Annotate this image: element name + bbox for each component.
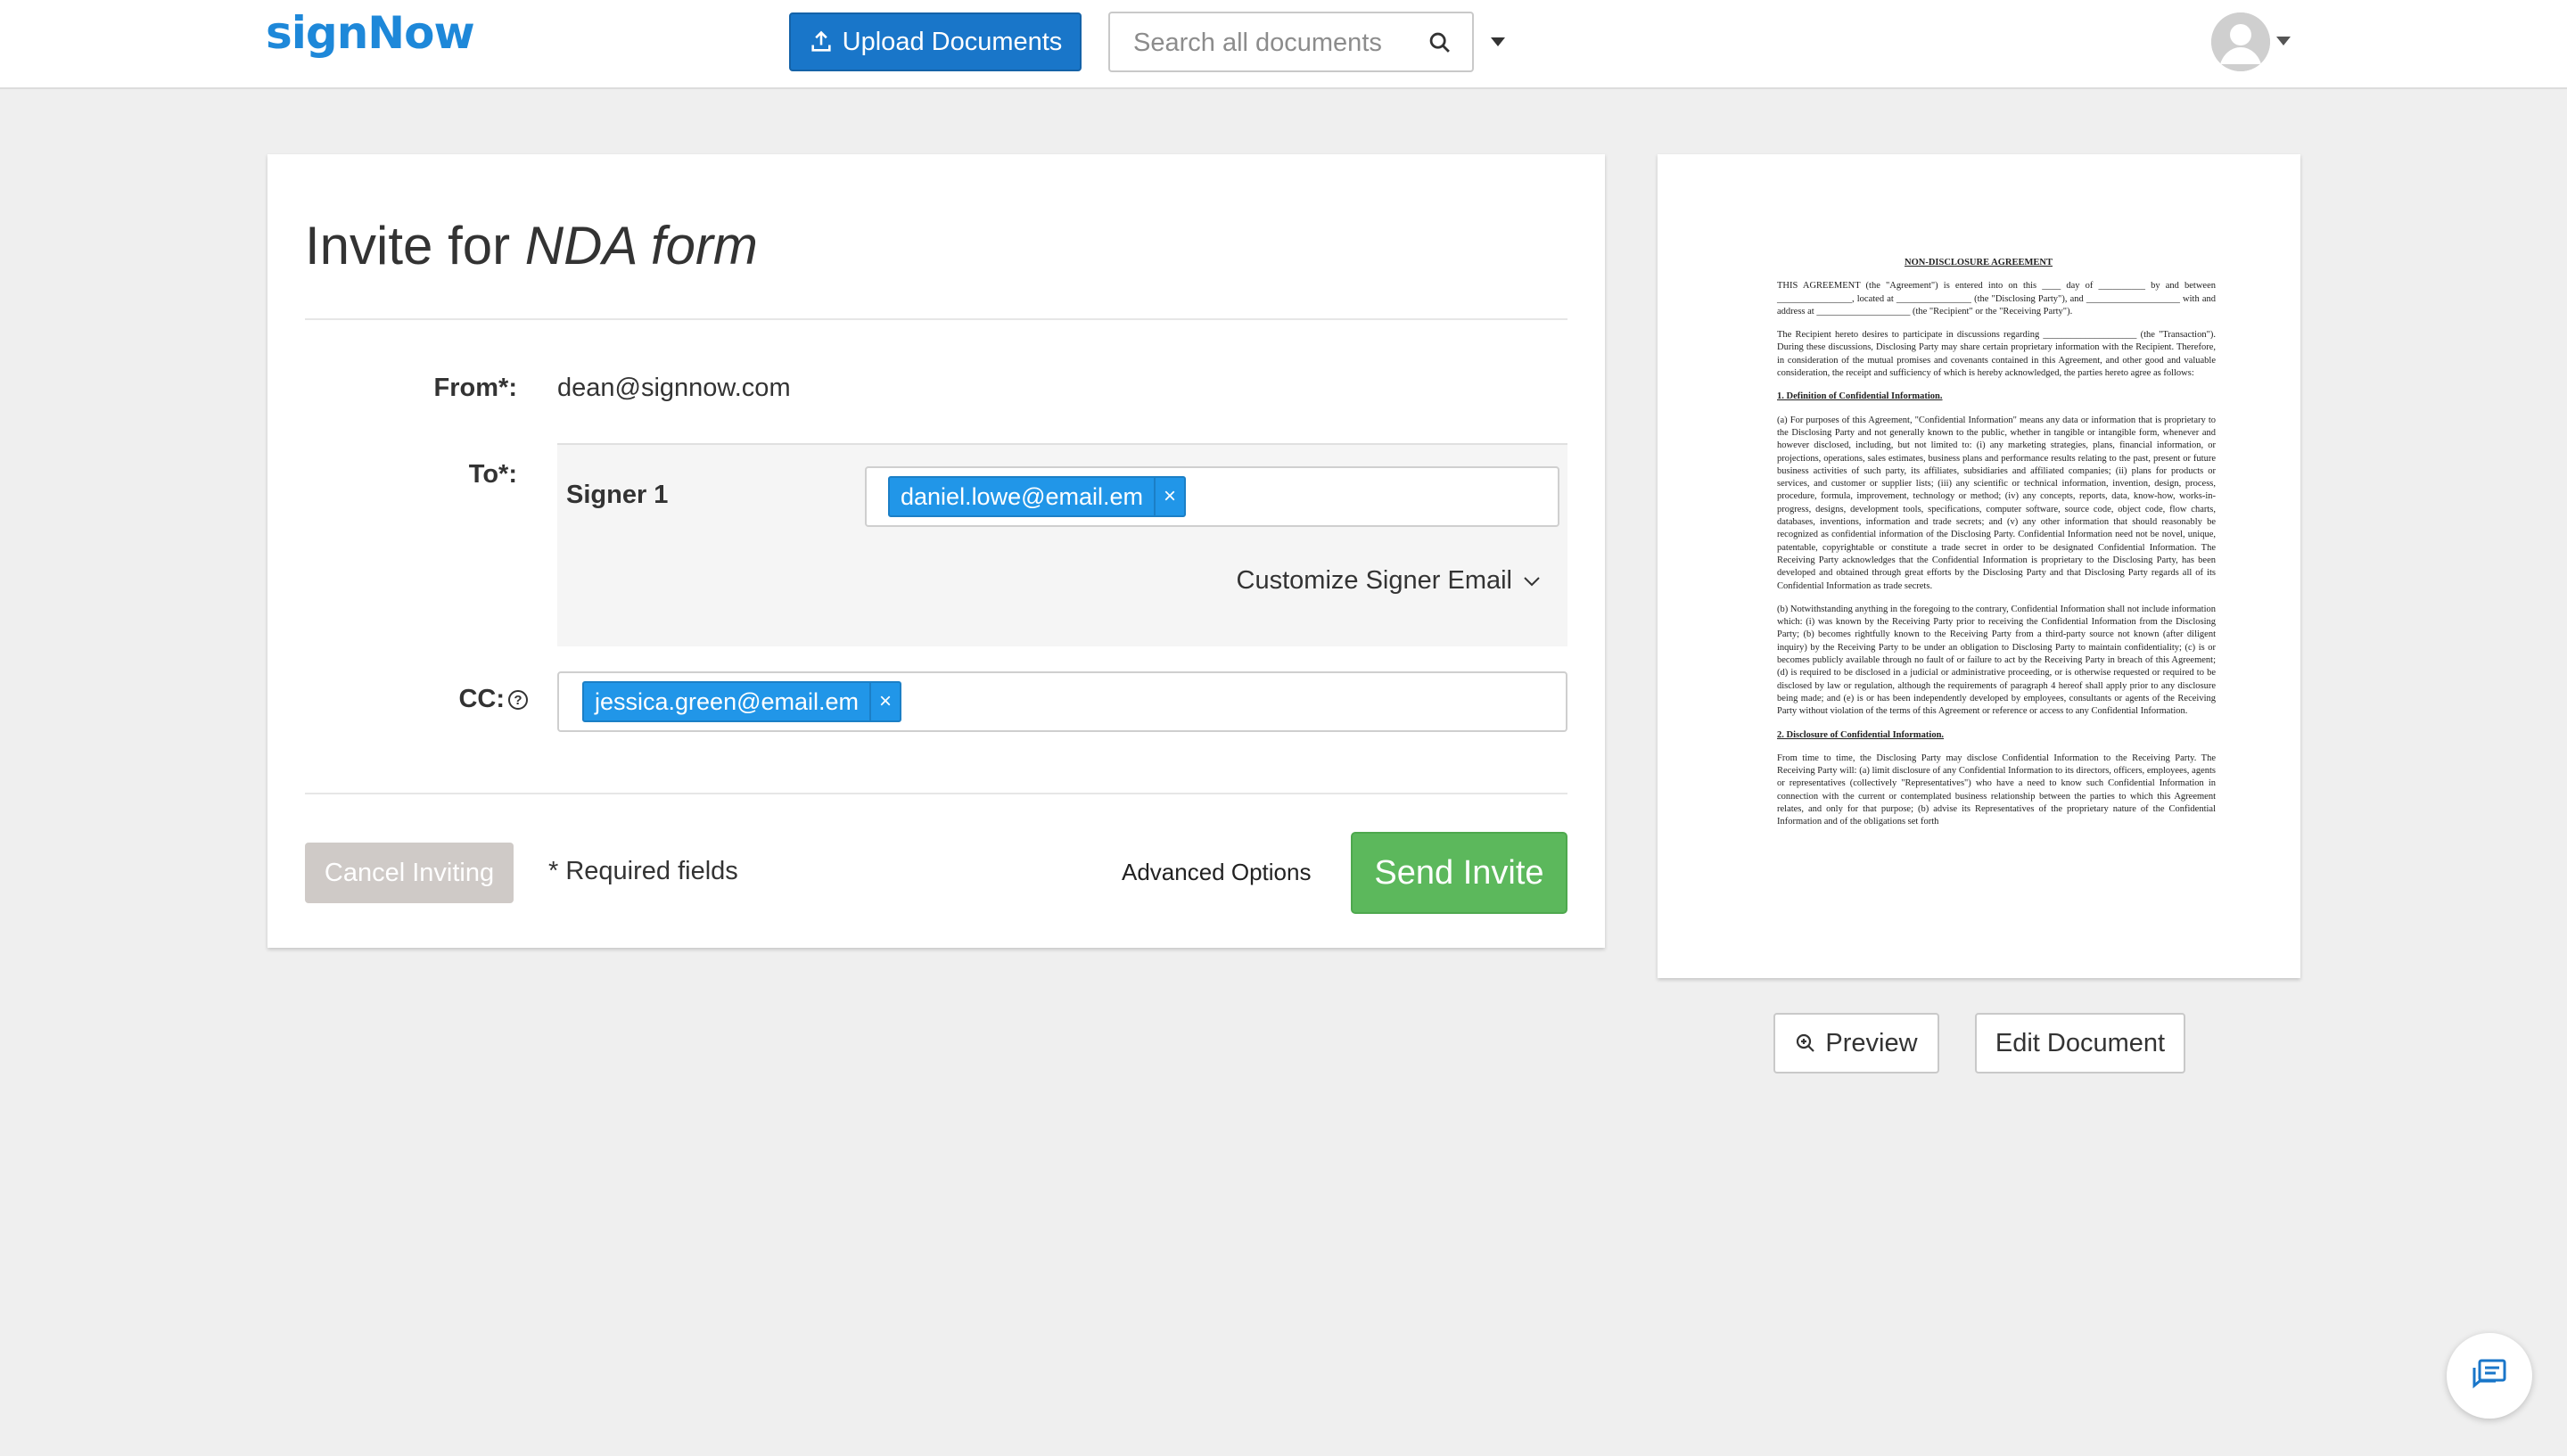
preview-label: Preview: [1825, 1028, 1918, 1057]
from-label: From*:: [433, 374, 517, 402]
search-box: [1108, 12, 1474, 72]
document-paragraph: (a) For purposes of this Agreement, "Con…: [1777, 415, 2216, 591]
chat-support-button[interactable]: [2447, 1333, 2532, 1419]
cancel-inviting-button[interactable]: Cancel Inviting: [305, 843, 514, 903]
page-title: Invite for NDA form: [305, 215, 758, 276]
document-paragraph: From time to time, the Disclosing Party …: [1777, 753, 2216, 827]
cc-email-chip: jessica.green@email.em ×: [582, 681, 902, 722]
account-menu-caret-icon[interactable]: [2276, 37, 2291, 45]
cc-label: CC:: [458, 685, 505, 713]
document-title: NON-DISCLOSURE AGREEMENT: [1905, 258, 2053, 267]
upload-icon: [811, 30, 831, 52]
customize-signer-email-label: Customize Signer Email: [1236, 566, 1512, 595]
cc-email-field[interactable]: jessica.green@email.em ×: [557, 671, 1567, 732]
title-prefix: Invite for: [305, 216, 525, 276]
document-page: NON-DISCLOSURE AGREEMENT THIS AGREEMENT …: [1741, 257, 2216, 840]
chevron-down-icon: [1524, 576, 1540, 586]
signer-label: Signer 1: [566, 481, 669, 509]
document-paragraph: (b) Notwithstanding anything in the fore…: [1777, 604, 2216, 717]
document-paragraph: THIS AGREEMENT (the "Agreement") is ente…: [1777, 281, 2216, 317]
search-input[interactable]: [1131, 24, 1420, 62]
upload-documents-button[interactable]: Upload Documents: [789, 12, 1082, 71]
remove-cc-email-icon[interactable]: ×: [869, 683, 900, 720]
zoom-in-icon: [1797, 1033, 1815, 1052]
chat-icon: [2472, 1359, 2506, 1389]
signer-email-field[interactable]: daniel.lowe@email.em ×: [865, 466, 1559, 527]
required-fields-note: * Required fields: [548, 857, 738, 885]
footer-divider: [305, 793, 1567, 794]
from-email-value: dean@signnow.com: [557, 374, 791, 402]
signer-email-chip: daniel.lowe@email.em ×: [888, 476, 1187, 517]
user-avatar-icon[interactable]: [2211, 12, 2270, 71]
document-name: NDA form: [524, 216, 758, 276]
search-options-dropdown-icon[interactable]: [1491, 37, 1505, 46]
edit-document-button[interactable]: Edit Document: [1975, 1013, 2185, 1073]
help-icon[interactable]: ?: [508, 690, 528, 711]
title-divider: [305, 318, 1567, 320]
remove-signer-email-icon[interactable]: ×: [1154, 478, 1184, 515]
document-section-heading: 1. Definition of Confidential Informatio…: [1777, 391, 1943, 402]
signnow-logo[interactable]: signNow: [266, 7, 475, 59]
upload-documents-label: Upload Documents: [842, 27, 1063, 56]
document-section-heading: 2. Disclosure of Confidential Informatio…: [1777, 729, 1945, 740]
top-navigation-bar: signNow Upload Documents: [0, 0, 2567, 89]
document-paragraph: The Recipient hereto desires to particip…: [1777, 330, 2216, 379]
cc-email-text: jessica.green@email.em: [595, 687, 860, 715]
advanced-options-link[interactable]: Advanced Options: [1122, 859, 1311, 886]
send-invite-button[interactable]: Send Invite: [1351, 832, 1567, 914]
signer-email-text: daniel.lowe@email.em: [901, 482, 1144, 510]
customize-signer-email-toggle[interactable]: Customize Signer Email: [1237, 566, 1541, 596]
invite-card: Invite for NDA form From*: dean@signnow.…: [267, 154, 1605, 948]
signer-panel: Signer 1 daniel.lowe@email.em × Customiz…: [557, 443, 1567, 646]
to-label: To*:: [468, 460, 517, 489]
search-icon[interactable]: [1427, 30, 1452, 55]
document-thumbnail[interactable]: NON-DISCLOSURE AGREEMENT THIS AGREEMENT …: [1658, 154, 2300, 978]
preview-button[interactable]: Preview: [1773, 1013, 1939, 1073]
cc-label-group: CC:?: [428, 685, 528, 714]
